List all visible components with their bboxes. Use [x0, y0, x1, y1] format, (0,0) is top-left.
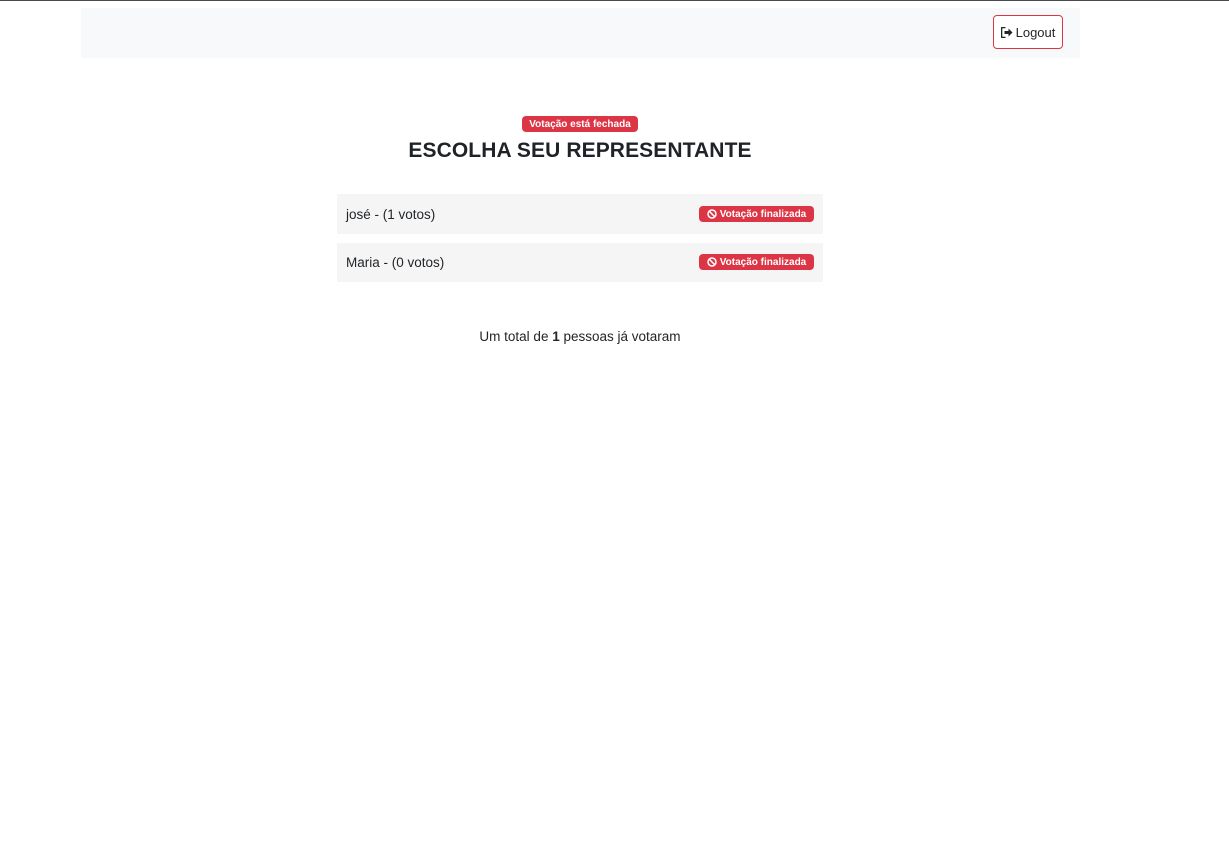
logout-button[interactable]: Logout — [993, 15, 1063, 49]
candidate-label: Maria - (0 votos) — [346, 255, 445, 270]
logout-label: Logout — [1015, 24, 1056, 40]
vote-closed-label: Votação finalizada — [719, 256, 807, 268]
top-border — [0, 0, 1229, 1]
total-suffix: pessoas já votaram — [563, 328, 681, 344]
page-title: ESCOLHA SEU REPRESENTANTE — [408, 139, 752, 162]
candidate-row: josé - (1 votos) Votação finalizada — [337, 194, 823, 234]
total-prefix: Um total de — [479, 328, 549, 344]
total-count: 1 — [552, 328, 560, 344]
sign-out-icon — [1000, 26, 1013, 38]
navbar: Logout — [81, 8, 1080, 58]
ban-icon — [706, 257, 717, 267]
total-voters-text: Um total de 1 pessoas já votaram — [337, 329, 823, 344]
vote-closed-label: Votação finalizada — [719, 208, 807, 220]
candidate-label: josé - (1 votos) — [346, 206, 436, 222]
vote-closed-badge: Votação finalizada — [699, 206, 814, 222]
candidate-row: Maria - (0 votos) Votação finalizada — [337, 243, 823, 282]
ban-icon — [706, 209, 717, 219]
poll-status-badge: Votação está fechada — [522, 116, 638, 132]
vote-closed-badge: Votação finalizada — [699, 254, 814, 270]
